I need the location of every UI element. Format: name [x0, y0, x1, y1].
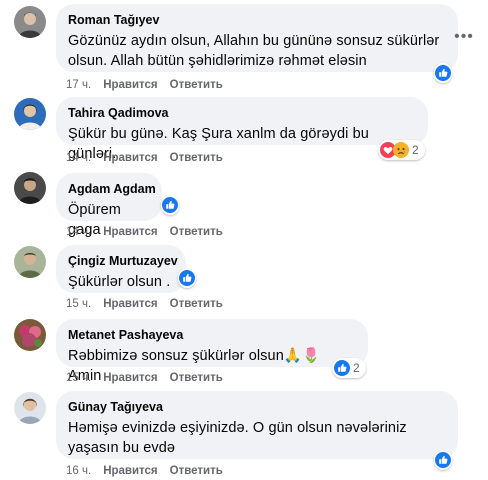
- thumbs-up-icon: [435, 65, 451, 81]
- thumbs-up-icon: [179, 270, 195, 286]
- comment-text-line: Həmişə evinizdə eşiyinizdə. O gün olsun …: [68, 420, 407, 436]
- comment-actions: 15 ч. Нравится Ответить: [66, 371, 235, 385]
- avatar[interactable]: [14, 6, 46, 38]
- comment-time[interactable]: 17 ч.: [66, 78, 91, 92]
- comment-author[interactable]: Tahira Qadimova: [68, 105, 416, 121]
- comment-text-line: yaşasın bu evdə: [68, 440, 176, 456]
- reaction-summary[interactable]: 2: [378, 140, 425, 160]
- like-button[interactable]: Нравится: [103, 151, 157, 165]
- avatar[interactable]: [14, 98, 46, 130]
- comment-actions: 17 ч. Нравится Ответить: [66, 78, 235, 92]
- reaction-summary[interactable]: [434, 63, 452, 83]
- thumbs-up-icon: [435, 452, 451, 468]
- reaction-summary[interactable]: [178, 268, 196, 288]
- like-button[interactable]: Нравится: [103, 225, 157, 239]
- avatar[interactable]: [14, 319, 46, 351]
- reaction-summary[interactable]: [161, 195, 179, 215]
- reply-button[interactable]: Ответить: [170, 371, 223, 385]
- comment-actions: 14 ч. Нравится Ответить: [66, 151, 235, 165]
- avatar[interactable]: [14, 246, 46, 278]
- avatar[interactable]: [14, 172, 46, 204]
- comment-actions: 16 ч. Нравится Ответить: [66, 464, 235, 478]
- comment-time[interactable]: 14 ч.: [66, 225, 91, 239]
- like-button[interactable]: Нравится: [103, 297, 157, 311]
- comment-text-line: olsun. Allah bütün şəhidlərimizə rəhmət …: [68, 53, 367, 69]
- comment-bubble: Roman Tağıyev Gözünüz aydın olsun, Allah…: [56, 4, 458, 72]
- comment-author[interactable]: Çingiz Murtuzayev: [68, 253, 178, 269]
- reaction-count: 2: [412, 143, 419, 157]
- comment-bubble: Metanet Pashayeva Rəbbimizə sonsuz şükür…: [56, 319, 368, 384]
- comment-time[interactable]: 15 ч.: [66, 371, 91, 385]
- comment-bubble: Agdam Agdam Öpürem gaga: [56, 173, 162, 238]
- avatar[interactable]: [14, 392, 46, 424]
- comment-time[interactable]: 16 ч.: [66, 464, 91, 478]
- comment-time[interactable]: 15 ч.: [66, 297, 91, 311]
- comment-author[interactable]: Metanet Pashayeva: [68, 327, 356, 343]
- comment-bubble: Günay Tağıyeva Həmişə evinizdə eşiyinizd…: [56, 391, 458, 459]
- sad-face-icon: [393, 142, 409, 158]
- reply-button[interactable]: Ответить: [170, 464, 223, 478]
- reaction-summary[interactable]: [434, 450, 452, 470]
- comment-author[interactable]: Günay Tağıyeva: [68, 399, 446, 415]
- like-button[interactable]: Нравится: [103, 371, 157, 385]
- more-dots-icon[interactable]: •••: [452, 29, 476, 50]
- like-button[interactable]: Нравится: [103, 78, 157, 92]
- thumbs-up-icon: [334, 360, 350, 376]
- reply-button[interactable]: Ответить: [170, 297, 223, 311]
- reply-button[interactable]: Ответить: [170, 151, 223, 165]
- comment-bubble: Çingiz Murtuzayev Şükürlər olsun .: [56, 245, 186, 293]
- thumbs-up-icon: [162, 197, 178, 213]
- reaction-count: 2: [353, 361, 360, 375]
- comment-actions: 14 ч. Нравится Ответить: [66, 225, 235, 239]
- comment-text-line: Gözünüz aydın olsun, Allahın bu gününə s…: [68, 33, 440, 49]
- reply-button[interactable]: Ответить: [170, 78, 223, 92]
- comment-bubble: Tahira Qadimova Şükür bu günə. Kaş Şura …: [56, 97, 428, 162]
- comment-actions: 15 ч. Нравится Ответить: [66, 297, 235, 311]
- reaction-summary[interactable]: 2: [332, 358, 366, 378]
- comment-time[interactable]: 14 ч.: [66, 151, 91, 165]
- comment-author[interactable]: Roman Tağıyev: [68, 12, 446, 28]
- reply-button[interactable]: Ответить: [170, 225, 223, 239]
- comment-author[interactable]: Agdam Agdam: [68, 181, 156, 197]
- like-button[interactable]: Нравится: [103, 464, 157, 478]
- comment-text-line: Şükürlər olsun .: [68, 274, 171, 290]
